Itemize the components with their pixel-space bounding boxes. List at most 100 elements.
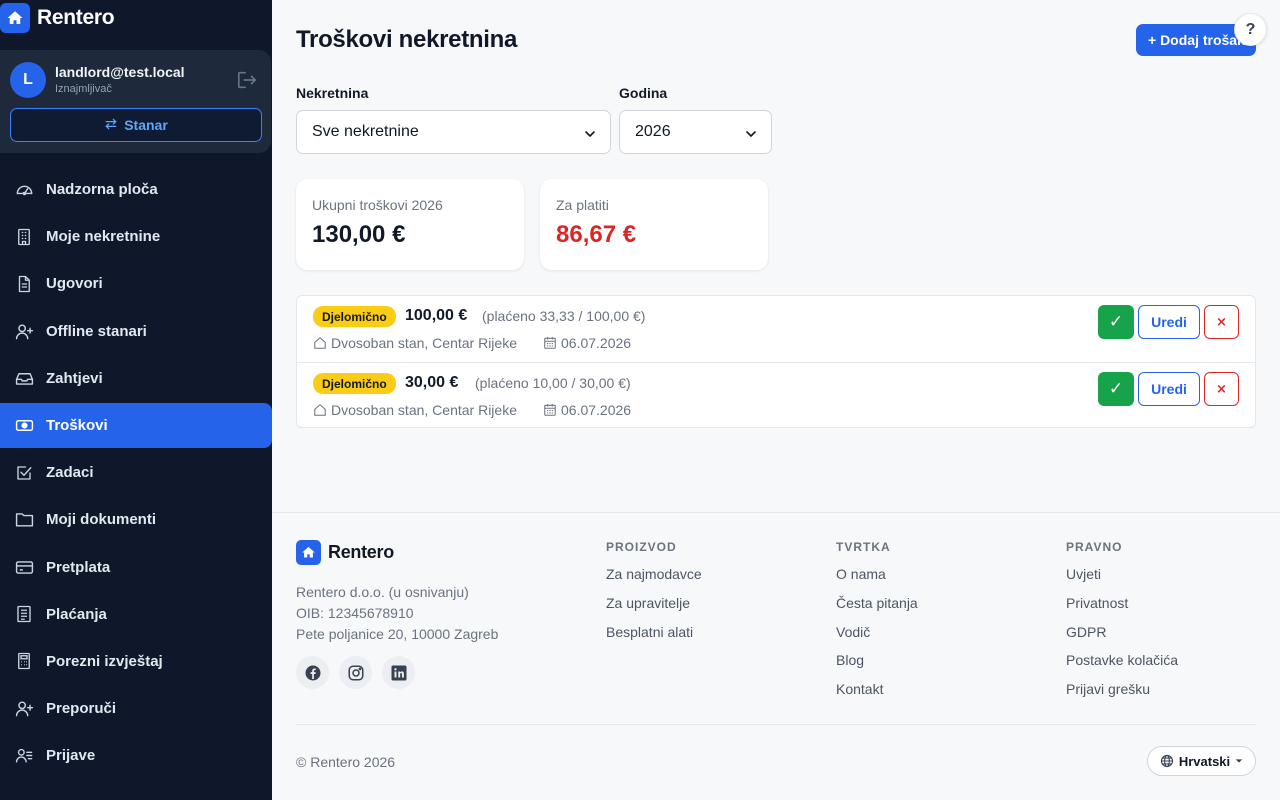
expense-date-value: 06.07.2026	[561, 402, 632, 418]
year-select-value: 2026	[635, 123, 671, 140]
user-plus-icon	[14, 321, 34, 341]
calendar-icon	[544, 337, 556, 349]
user-email: landlord@test.local	[55, 64, 185, 80]
total-expenses-label: Ukupni troškovi 2026	[312, 197, 443, 213]
expense-row: Djelomično 30,00 € (plaćeno 10,00 / 30,0…	[297, 362, 1255, 428]
footer-link[interactable]: Česta pitanja	[836, 595, 918, 624]
sidebar-item-label: Preporuči	[46, 700, 117, 718]
edit-expense-button[interactable]: Uredi	[1138, 305, 1200, 339]
avatar: L	[10, 62, 46, 98]
expense-property-name: Dvosoban stan, Centar Rijeke	[331, 402, 517, 418]
expense-amount: 30,00 €	[405, 374, 459, 391]
delete-expense-button[interactable]: ×	[1204, 372, 1239, 406]
footer-brand[interactable]: Rentero	[296, 540, 394, 565]
mark-paid-button[interactable]: ✓	[1098, 305, 1134, 339]
sidebar-item-tasks[interactable]: Zadaci	[0, 450, 272, 495]
brand[interactable]: Rentero	[0, 2, 115, 34]
main-content: Troškovi nekretnina + Dodaj trošak ? Nek…	[272, 0, 1280, 512]
logout-icon[interactable]	[236, 70, 258, 90]
company-name: Rentero d.o.o. (u osnivanju)	[296, 584, 469, 600]
user-plus-icon	[14, 699, 34, 719]
status-badge: Djelomično	[313, 306, 396, 327]
sidebar-item-label: Zahtjevi	[46, 369, 103, 387]
footer-column-company: TVRTKA O nama Česta pitanja Vodič Blog K…	[836, 540, 918, 710]
company-oib: OIB: 12345678910	[296, 605, 414, 621]
document-icon	[14, 274, 34, 294]
help-button[interactable]: ?	[1234, 13, 1267, 46]
total-expenses-value: 130,00 €	[312, 221, 406, 248]
footer-link[interactable]: Besplatni alati	[606, 624, 702, 653]
footer-link[interactable]: GDPR	[1066, 624, 1178, 653]
edit-expense-button[interactable]: Uredi	[1138, 372, 1200, 406]
property-filter-label: Nekretnina	[296, 85, 369, 101]
property-select[interactable]: Sve nekretnine	[296, 110, 611, 154]
chevron-down-icon	[584, 127, 596, 139]
year-select[interactable]: 2026	[619, 110, 772, 154]
linkedin-icon[interactable]	[382, 656, 415, 689]
sidebar-item-contracts[interactable]: Ugovori	[0, 261, 272, 306]
footer-link[interactable]: Postavke kolačića	[1066, 652, 1178, 681]
copyright: © Rentero 2026	[296, 754, 396, 770]
money-icon	[14, 415, 34, 435]
sidebar-item-label: Porezni izvještaj	[46, 652, 163, 670]
footer-column-legal: PRAVNO Uvjeti Privatnost GDPR Postavke k…	[1066, 540, 1178, 710]
checkbox-icon	[14, 463, 34, 483]
expense-date-value: 06.07.2026	[561, 335, 632, 351]
caret-down-icon	[1235, 759, 1243, 763]
footer-link[interactable]: Vodič	[836, 624, 918, 653]
page-title: Troškovi nekretnina	[296, 26, 518, 53]
expense-paid: (plaćeno 10,00 / 30,00 €)	[475, 375, 631, 391]
switch-role-button[interactable]: Stanar	[10, 108, 262, 142]
sidebar-item-expenses[interactable]: Troškovi	[0, 402, 272, 448]
credit-card-icon	[14, 557, 34, 577]
status-badge: Djelomično	[313, 373, 396, 394]
instagram-icon[interactable]	[339, 656, 372, 689]
mark-paid-button[interactable]: ✓	[1098, 372, 1134, 406]
sidebar: Rentero L landlord@test.local Iznajmljiv…	[0, 0, 272, 800]
expense-paid: (plaćeno 33,33 / 100,00 €)	[482, 308, 646, 324]
expense-list: Djelomično 100,00 € (plaćeno 33,33 / 100…	[296, 295, 1256, 428]
footer-link[interactable]: Prijavi grešku	[1066, 681, 1178, 710]
language-selector[interactable]: Hrvatski	[1147, 746, 1256, 776]
footer-link[interactable]: O nama	[836, 566, 918, 595]
expense-date: 06.07.2026	[543, 335, 631, 351]
sidebar-item-applications[interactable]: Prijave	[0, 733, 272, 778]
footer-link[interactable]: Za upravitelje	[606, 595, 702, 624]
sidebar-item-dashboard[interactable]: Nadzorna ploča	[0, 167, 272, 212]
chevron-down-icon	[745, 127, 757, 139]
sidebar-item-properties[interactable]: Moje nekretnine	[0, 214, 272, 259]
sidebar-item-label: Troškovi	[46, 416, 108, 434]
sidebar-item-label: Pretplata	[46, 558, 111, 576]
sidebar-item-subscription[interactable]: Pretplata	[0, 545, 272, 590]
sidebar-item-requests[interactable]: Zahtjevi	[0, 356, 272, 401]
footer-brand-name: Rentero	[328, 542, 394, 562]
sidebar-item-refer[interactable]: Preporuči	[0, 686, 272, 731]
sidebar-item-documents[interactable]: Moji dokumenti	[0, 497, 272, 542]
company-address: Pete poljanice 20, 10000 Zagreb	[296, 626, 499, 642]
footer-divider	[296, 724, 1256, 725]
year-filter-label: Godina	[619, 85, 668, 101]
sidebar-item-tax-report[interactable]: Porezni izvještaj	[0, 639, 272, 684]
receipt-icon	[14, 604, 34, 624]
footer-column-product: PROIZVOD Za najmodavce Za upravitelje Be…	[606, 540, 702, 652]
home-icon	[296, 540, 321, 565]
footer-column-title: PRAVNO	[1066, 540, 1123, 554]
home-outline-icon	[314, 404, 326, 416]
dashboard-icon	[14, 180, 34, 200]
footer-link[interactable]: Blog	[836, 652, 918, 681]
sidebar-item-payments[interactable]: Plaćanja	[0, 592, 272, 637]
footer-link[interactable]: Za najmodavce	[606, 566, 702, 595]
facebook-icon[interactable]	[296, 656, 329, 689]
footer-link[interactable]: Privatnost	[1066, 595, 1178, 624]
sidebar-item-offline-tenants[interactable]: Offline stanari	[0, 309, 272, 354]
home-outline-icon	[314, 337, 326, 349]
sidebar-item-label: Plaćanja	[46, 605, 107, 623]
delete-expense-button[interactable]: ×	[1204, 305, 1239, 339]
expense-property: Dvosoban stan, Centar Rijeke	[313, 402, 517, 418]
sidebar-item-label: Nadzorna ploča	[46, 181, 158, 198]
footer-link[interactable]: Uvjeti	[1066, 566, 1178, 595]
footer-link[interactable]: Kontakt	[836, 681, 918, 710]
social-links	[296, 656, 415, 689]
footer-column-title: PROIZVOD	[606, 540, 677, 554]
user-card: L landlord@test.local Iznajmljivač Stana…	[0, 50, 271, 153]
